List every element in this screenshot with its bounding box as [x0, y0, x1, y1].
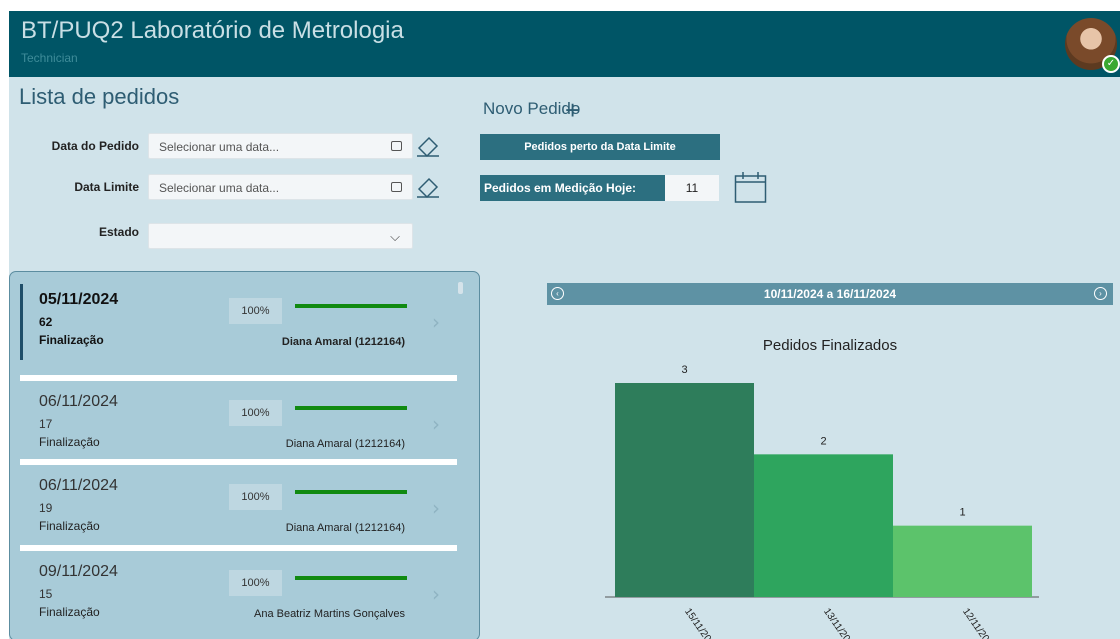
chevron-right-icon[interactable]: ›: [432, 412, 440, 436]
data-pedido-field[interactable]: Selecionar uma data...: [148, 133, 413, 159]
data-limite-field[interactable]: Selecionar uma data...: [148, 174, 413, 200]
week-navigator: ‹ 10/11/2024 a 16/11/2024 ›: [547, 283, 1113, 305]
bar-value-label: 3: [681, 364, 687, 376]
order-state: Finalização: [39, 519, 100, 533]
order-person: Ana Beatriz Martins Gonçalves: [253, 608, 405, 620]
chart-title: Pedidos Finalizados: [763, 337, 897, 354]
progress-bar: [295, 576, 407, 580]
order-number: 17: [39, 417, 53, 431]
x-tick-label: 12/11/202: [960, 606, 994, 639]
pedidos-finalizados-chart: Pedidos Finalizados 3 15/11/202 2 13/11/202 1…: [605, 337, 1039, 639]
order-percent: 100%: [229, 400, 282, 426]
order-state: Finalização: [39, 435, 100, 449]
chevron-right-icon[interactable]: ›: [432, 582, 440, 606]
chart-bar: [893, 525, 1032, 597]
divider: [20, 375, 457, 381]
chevron-down-icon: ⌵: [390, 229, 400, 244]
app-header: BT/PUQ2 Laboratório de Metrologia Techni…: [9, 11, 1120, 77]
x-tick-label: 13/11/202: [821, 606, 855, 639]
order-number: 62: [39, 315, 53, 329]
order-number: 15: [39, 587, 53, 601]
chevron-right-circle-icon[interactable]: ›: [1094, 287, 1107, 300]
calendar-icon[interactable]: [734, 171, 767, 204]
estado-dropdown[interactable]: ⌵: [148, 223, 413, 249]
data-limite-placeholder: Selecionar uma data...: [159, 181, 280, 195]
calendar-icon[interactable]: [391, 141, 402, 151]
orders-list[interactable]: 05/11/2024 62 Finalização 100% Diana Ama…: [9, 271, 480, 639]
medicao-hoje-label: Pedidos em Medição Hoje:: [480, 175, 665, 201]
progress-bar: [295, 304, 407, 308]
medicao-hoje-value: 11: [665, 175, 719, 201]
page-title: Lista de pedidos: [19, 84, 180, 109]
week-range: 10/11/2024 a 16/11/2024: [763, 287, 897, 301]
order-date: 06/11/2024: [39, 393, 118, 410]
order-person: Diana Amaral (1212164): [285, 522, 405, 534]
order-person: Diana Amaral (1212164): [281, 336, 405, 348]
user-role: Technician: [21, 51, 78, 65]
order-date: 06/11/2024: [39, 477, 118, 494]
bar-value-label: 2: [820, 435, 826, 447]
app-frame: BT/PUQ2 Laboratório de Metrologia Techni…: [9, 11, 1120, 639]
calendar-icon[interactable]: [391, 182, 402, 192]
x-tick-label: 15/11/202: [682, 606, 716, 639]
pedidos-limite-button[interactable]: Pedidos perto da Data Limite: [480, 134, 720, 160]
scrollbar-thumb[interactable]: [458, 282, 463, 294]
bar-value-label: 1: [959, 507, 965, 519]
eraser-icon[interactable]: [415, 174, 441, 200]
data-pedido-placeholder: Selecionar uma data...: [159, 140, 280, 154]
order-percent: 100%: [229, 570, 282, 596]
order-number: 19: [39, 501, 53, 515]
status-check-icon: ✓: [1102, 55, 1120, 73]
order-percent: 100%: [229, 298, 282, 324]
divider: [20, 459, 457, 465]
chevron-left-circle-icon[interactable]: ‹: [551, 287, 564, 300]
order-date: 09/11/2024: [39, 563, 118, 580]
divider: [20, 545, 457, 551]
chevron-right-icon[interactable]: ›: [432, 496, 440, 520]
chevron-right-icon[interactable]: ›: [432, 310, 440, 334]
data-pedido-label: Data do Pedido: [51, 139, 139, 153]
order-card[interactable]: 05/11/2024 62 Finalização 100% Diana Ama…: [20, 282, 457, 362]
order-card[interactable]: 06/11/2024 17 Finalização 100% Diana Ama…: [20, 384, 457, 464]
estado-label: Estado: [98, 225, 139, 239]
order-date: 05/11/2024: [39, 291, 119, 308]
app-title: BT/PUQ2 Laboratório de Metrologia: [21, 17, 404, 44]
progress-bar: [295, 406, 407, 410]
chart-bar: [754, 454, 893, 597]
chart-bar: [615, 383, 754, 597]
eraser-icon[interactable]: [415, 133, 441, 159]
order-state: Finalização: [39, 333, 104, 347]
plus-icon[interactable]: +: [565, 95, 580, 126]
order-state: Finalização: [39, 605, 100, 619]
order-person: Diana Amaral (1212164): [285, 438, 405, 450]
data-limite-label: Data Limite: [74, 180, 139, 194]
order-percent: 100%: [229, 484, 282, 510]
progress-bar: [295, 490, 407, 494]
order-card[interactable]: 06/11/2024 19 Finalização 100% Diana Ama…: [20, 468, 457, 548]
order-card[interactable]: 09/11/2024 15 Finalização 100% Ana Beatr…: [20, 554, 457, 634]
